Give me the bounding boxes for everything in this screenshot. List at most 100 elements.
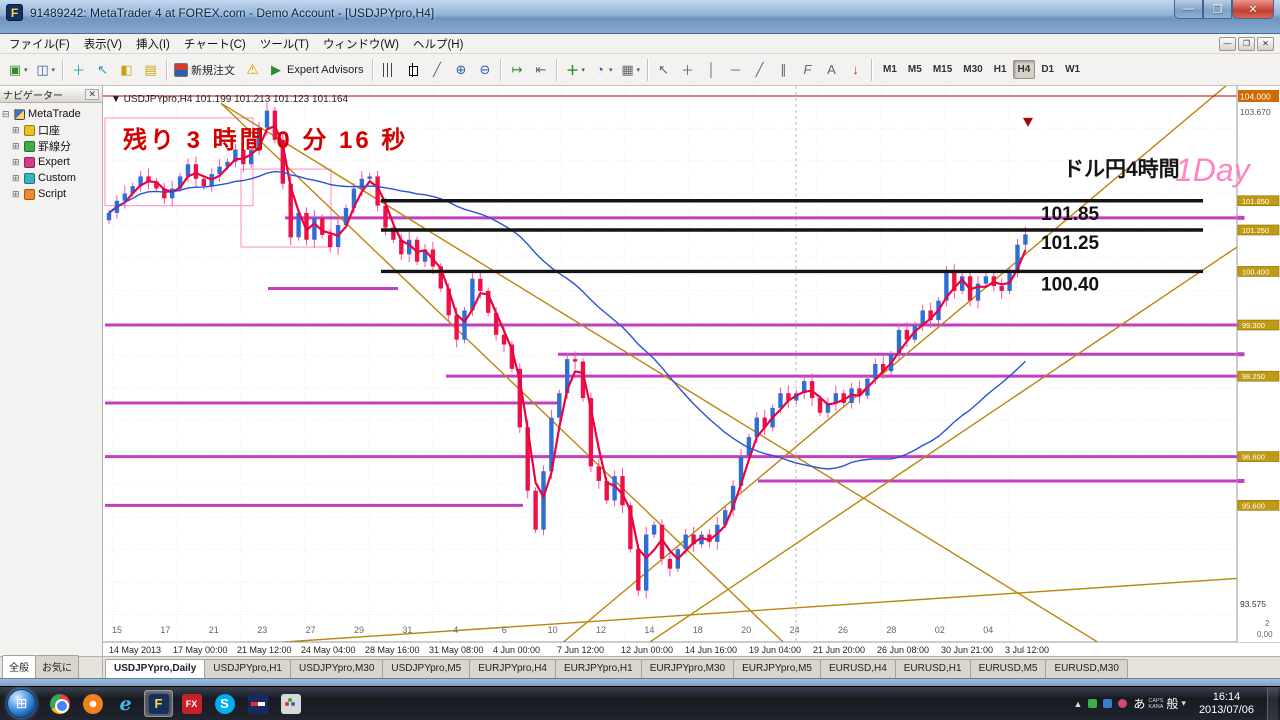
chart-tab-eurjpypro-h4[interactable]: EURJPYpro,H4 (469, 659, 556, 678)
taskbar-paint-icon[interactable] (276, 690, 305, 717)
chart-shift-button[interactable]: ⇤ (529, 58, 552, 82)
chart-tab-eurjpypro-m30[interactable]: EURJPYpro,M30 (640, 659, 735, 678)
chart-tab-usdjpypro-m30[interactable]: USDJPYpro,M30 (290, 659, 384, 678)
fibonacci-tool-button[interactable]: F (796, 58, 819, 82)
tree-item-accounts[interactable]: ⊞ 口座 (2, 122, 102, 138)
menu-item-3[interactable]: チャート(C) (177, 34, 253, 54)
ime-conversion-mode[interactable]: 般 (1166, 695, 1178, 712)
svg-text:4 Jun 00:00: 4 Jun 00:00 (493, 645, 540, 655)
line-chart-type-button[interactable]: ╱ (425, 58, 448, 82)
chart-tab-eurusd-m30[interactable]: EURUSD,M30 (1045, 659, 1128, 678)
menu-item-0[interactable]: ファイル(F) (2, 34, 77, 54)
tree-item-indicators[interactable]: ⊞ 罫線分 (2, 138, 102, 154)
mdi-restore-button[interactable]: ❐ (1238, 36, 1255, 51)
price-chart[interactable]: 101.85 101.25 100.40 15 17 21 23 27 29 31 4 6 10 12 14… (103, 86, 1280, 656)
data-window-button[interactable]: ◧ (115, 58, 138, 82)
vertical-line-tool-button[interactable]: │ (700, 58, 723, 82)
antivirus-tray-icon[interactable] (1088, 699, 1098, 708)
taskbar-metatrader-icon[interactable]: F (144, 690, 173, 717)
timeframe-button-h4[interactable]: H4 (1012, 60, 1036, 79)
taskbar-internet-explorer-icon[interactable]: e (111, 690, 140, 717)
menu-item-5[interactable]: ウィンドウ(W) (316, 34, 406, 54)
expert-advisors-button[interactable]: ▶ Expert Advisors (265, 58, 368, 82)
chart-tab-eurjpypro-h1[interactable]: EURJPYpro,H1 (554, 659, 642, 678)
chart-tab-usdjpypro-m5[interactable]: USDJPYpro,M5 (382, 659, 471, 678)
volume-tray-icon[interactable] (1118, 699, 1128, 708)
chart-tab-eurusd-h4[interactable]: EURUSD,H4 (819, 659, 896, 678)
taskbar-trading-app-icon[interactable] (243, 690, 272, 717)
mdi-close-button[interactable]: ✕ (1257, 36, 1274, 51)
tree-item-scripts[interactable]: ⊞ Script (2, 186, 102, 202)
chart-tab-eurusd-m5[interactable]: EURUSD,M5 (969, 659, 1047, 678)
taskbar-fx-app-icon[interactable]: FX (177, 690, 206, 717)
bar-chart-type-button[interactable] (377, 58, 400, 82)
chart-window[interactable]: 101.85 101.25 100.40 15 17 21 23 27 29 31 4 6 10 12 14… (103, 86, 1280, 656)
tree-item-expert-advisors[interactable]: ⊞ Expert (2, 154, 102, 170)
timeframe-button-w1[interactable]: W1 (1060, 60, 1085, 79)
timeframe-button-m5[interactable]: M5 (903, 60, 927, 79)
indicators-button[interactable]: ＋ ▾ (561, 58, 588, 82)
maximize-button[interactable]: ❐ (1203, 0, 1232, 19)
navigator-tab-favorites[interactable]: お気に (35, 655, 79, 678)
taskbar-chrome-icon[interactable] (45, 690, 74, 717)
profiles-button[interactable]: ◫ ▾ (32, 58, 59, 82)
taskbar-media-player-icon[interactable] (78, 690, 107, 717)
zoom-out-button[interactable]: ⊖ (473, 58, 496, 82)
text-tool-button[interactable]: A (820, 58, 843, 82)
market-watch-button[interactable]: ＋ (67, 58, 90, 82)
auto-scroll-button[interactable]: ↦ (505, 58, 528, 82)
svg-text:93.575: 93.575 (1240, 599, 1266, 609)
trendline-tool-button[interactable]: ╱ (748, 58, 771, 82)
svg-text:26: 26 (838, 625, 848, 635)
candlestick-type-button[interactable] (401, 58, 424, 82)
chart-tab-usdjpypro-daily[interactable]: USDJPYpro,Daily (105, 659, 206, 678)
horizontal-line-tool-button[interactable]: ─ (724, 58, 747, 82)
tree-root-metatrader[interactable]: ⊟ MetaTrade (2, 106, 102, 122)
channel-tool-button[interactable]: ∥ (772, 58, 795, 82)
terminal-button[interactable]: ▤ (139, 58, 162, 82)
crosshair-tool-button[interactable]: ＋ (676, 58, 699, 82)
taskbar-clock[interactable]: 16:14 2013/07/06 (1192, 691, 1261, 716)
navigator-close-icon[interactable]: ✕ (85, 88, 99, 100)
cursor-tool-button[interactable]: ↖ (652, 58, 675, 82)
menu-item-1[interactable]: 表示(V) (77, 34, 129, 54)
taskbar-skype-icon[interactable]: S (210, 690, 239, 717)
timeframe-button-h1[interactable]: H1 (989, 60, 1012, 79)
svg-text:17 May 00:00: 17 May 00:00 (173, 645, 228, 655)
menu-item-6[interactable]: ヘルプ(H) (406, 34, 470, 54)
templates-button[interactable]: ▦ ▾ (616, 58, 643, 82)
zoom-in-button[interactable]: ⊕ (449, 58, 472, 82)
arrows-tool-button[interactable]: ↓ (844, 58, 867, 82)
new-order-button[interactable]: 新規注文 (171, 58, 240, 82)
timeframe-button-m15[interactable]: M15 (928, 60, 957, 79)
zoom-in-icon: ⊕ (455, 61, 467, 77)
custom-indicators-folder-icon (24, 172, 35, 184)
hidden-icons-arrow[interactable]: ▲ (1073, 699, 1082, 709)
new-chart-button[interactable]: ▣ ▾ (4, 58, 31, 82)
timeframe-button-m1[interactable]: M1 (878, 60, 902, 79)
network-tray-icon[interactable] (1103, 699, 1113, 708)
timeframe-button-d1[interactable]: D1 (1036, 60, 1059, 79)
experts-folder-icon (24, 156, 35, 168)
chart-tab-usdjpypro-h1[interactable]: USDJPYpro,H1 (204, 659, 291, 678)
ime-input-mode[interactable]: あ (1133, 695, 1145, 712)
alert-button[interactable]: ⚠ (241, 58, 264, 82)
navigator-tab-common[interactable]: 全般 (2, 655, 36, 678)
navigator-button[interactable]: ↖ (91, 58, 114, 82)
chart-tab-eurusd-h1[interactable]: EURUSD,H1 (894, 659, 971, 678)
timeframe-button-m30[interactable]: M30 (958, 60, 987, 79)
svg-text:100.40: 100.40 (1041, 274, 1099, 295)
chart-tab-eurjpypro-m5[interactable]: EURJPYpro,M5 (733, 659, 821, 678)
ime-language-bar[interactable]: あ CAPS KANA 般 ▾ (1133, 695, 1186, 712)
svg-text:99.300: 99.300 (1242, 321, 1265, 330)
close-button[interactable]: ✕ (1232, 0, 1274, 19)
internet-explorer-icon: e (119, 692, 132, 715)
minimize-button[interactable]: — (1174, 0, 1203, 19)
periods-button[interactable]: ◔ ▾ (589, 58, 616, 82)
tree-item-custom-indicators[interactable]: ⊞ Custom (2, 170, 102, 186)
mdi-minimize-button[interactable]: — (1219, 36, 1236, 51)
start-button[interactable]: ⊞ (7, 689, 36, 718)
menu-item-2[interactable]: 挿入(I) (129, 34, 177, 54)
menu-item-4[interactable]: ツール(T) (253, 34, 316, 54)
show-desktop-button[interactable] (1267, 686, 1278, 720)
